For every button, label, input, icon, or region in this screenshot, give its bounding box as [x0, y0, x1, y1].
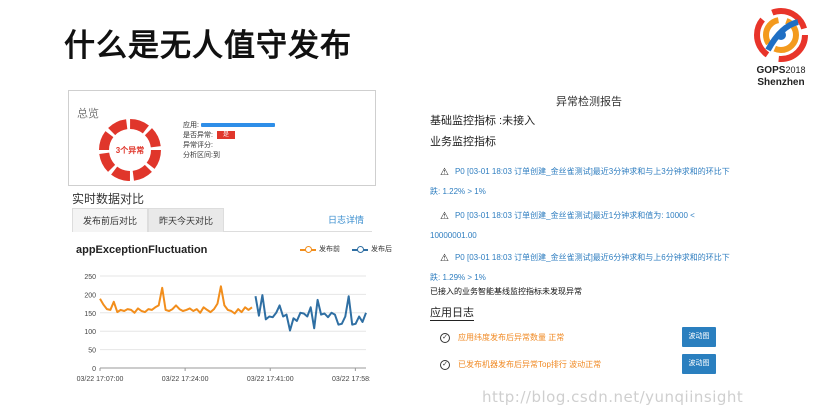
series-line-before[interactable] — [99, 285, 253, 315]
anomaly-donut: 3个异常 — [99, 119, 161, 181]
gops-logo: GOPS2018 Shenzhen — [748, 6, 814, 92]
logo-brand: GOPS — [756, 65, 786, 76]
abnormal-badge: 是 — [216, 131, 235, 140]
y-tick-label: 200 — [84, 292, 96, 299]
check-circle-icon: ✓ — [440, 333, 450, 343]
overview-panel: 总览 3个异常 应用: 是否异常: 是 异常评分: 分析区间:到 — [68, 90, 376, 186]
alert-text-cont: 跌: 1.22% > 1% — [430, 187, 486, 196]
logo-city: Shenzhen — [757, 77, 805, 88]
y-tick-label: 50 — [88, 348, 96, 355]
basic-monitor-status: 基础监控指标 :未接入 — [430, 115, 536, 127]
legend-label-after: 发布后 — [371, 246, 392, 253]
fluctuation-chart: 250 200 150 100 50 0 03/22 17:07:00 03/22 17:24… — [77, 274, 370, 383]
compare-tabs: 发布前后对比 昨天今天对比 日志详情 — [72, 208, 372, 232]
log-text: 已发布机器发布后异常Top排行 波动正常 — [458, 360, 602, 369]
y-tick-label: 0 — [92, 366, 96, 373]
alert-text-cont: 10000001.00 — [430, 231, 477, 240]
check-circle-icon: ✓ — [440, 360, 450, 370]
log-row: ✓ 应用纬度发布后异常数量 正常 波动图 — [430, 327, 760, 349]
legend-label-before: 发布前 — [319, 246, 340, 253]
warning-icon: ⚠ — [440, 211, 449, 222]
donut-label: 3个异常 — [116, 145, 144, 155]
fluctuation-chart-button[interactable]: 波动图 — [682, 327, 716, 347]
tab-yesterday-today[interactable]: 昨天今天对比 — [148, 208, 225, 232]
alert-text: P0 [03-01 18:03 订单创建_金丝雀测试]最近1分钟求和值为: 10… — [454, 211, 695, 220]
alert-text-cont: 跌: 1.29% > 1% — [430, 273, 486, 282]
legend-item-before[interactable]: 发布前 — [300, 244, 340, 254]
legend-swatch-before — [300, 245, 316, 253]
log-detail-link[interactable]: 日志详情 — [328, 208, 364, 232]
log-text: 应用纬度发布后异常数量 正常 — [458, 333, 565, 342]
overview-title: 总览 — [77, 108, 99, 120]
warning-icon: ⚠ — [440, 167, 449, 178]
logo-year: 2018 — [785, 65, 806, 75]
y-tick-label: 150 — [84, 311, 96, 318]
x-tick-label: 03/22 17:58:00 — [332, 376, 370, 383]
legend-item-after[interactable]: 发布后 — [352, 244, 392, 254]
alert-text: P0 [03-01 18:03 订单创建_金丝雀测试]最近3分钟求和与上3分钟求… — [454, 167, 730, 176]
alert-item[interactable]: ⚠ P0 [03-01 18:03 订单创建_金丝雀测试]最近3分钟求和与上3分钟… — [430, 162, 760, 201]
app-name-redacted — [200, 123, 275, 128]
legend-swatch-after — [352, 245, 368, 253]
log-row: ✓ 已发布机器发布后异常Top排行 波动正常 波动图 — [430, 354, 760, 376]
chart-title: appExceptionFluctuation — [76, 244, 208, 256]
x-tick-label: 03/22 17:07:00 — [77, 376, 124, 383]
alert-item[interactable]: ⚠ P0 [03-01 18:03 订单创建_金丝雀测试]最近1分钟求和值为: 1… — [430, 206, 760, 245]
report-title: 异常检测报告 — [556, 96, 622, 108]
business-monitor-title: 业务监控指标 — [430, 136, 496, 148]
watermark: http://blog.csdn.net/yunqiinsight — [482, 388, 744, 406]
gops-emblem-icon — [754, 8, 808, 62]
warning-icon: ⚠ — [440, 253, 449, 264]
realtime-title: 实时数据对比 — [72, 192, 145, 206]
app-log-title: 应用日志 — [430, 304, 474, 321]
range-label: 分析区间:到 — [183, 152, 220, 159]
y-tick-label: 250 — [84, 274, 96, 281]
slide-title: 什么是无人值守发布 — [64, 28, 352, 63]
x-tick-label: 03/22 17:41:00 — [247, 376, 294, 383]
tab-before-after[interactable]: 发布前后对比 — [72, 208, 149, 232]
y-tick-label: 100 — [84, 329, 96, 336]
app-label: 应用: — [183, 122, 199, 129]
alert-text: P0 [03-01 18:03 订单创建_金丝雀测试]最近6分钟求和与上6分钟求… — [454, 253, 730, 262]
score-label: 异常评分: — [183, 142, 213, 149]
baseline-note: 已接入的业务智能基线监控指标未发现异常 — [430, 287, 582, 296]
x-tick-label: 03/22 17:24:00 — [162, 376, 209, 383]
alert-item[interactable]: ⚠ P0 [03-01 18:03 订单创建_金丝雀测试]最近6分钟求和与上6分钟… — [430, 248, 760, 287]
fluctuation-chart-button[interactable]: 波动图 — [682, 354, 716, 374]
abnormal-label: 是否异常: — [183, 132, 213, 139]
